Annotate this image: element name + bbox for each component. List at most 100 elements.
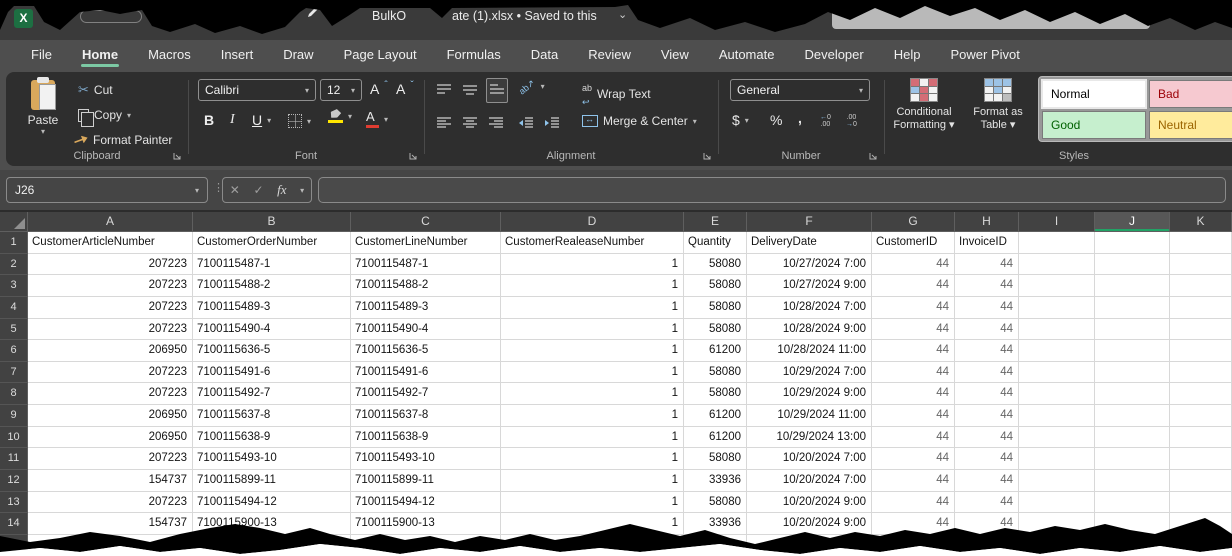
cell-D6[interactable]: 1 xyxy=(501,340,684,362)
cell-B12[interactable]: 7100115899-11 xyxy=(193,470,351,492)
decrease-font-size-button[interactable]: Aˇ xyxy=(396,81,414,97)
cell-I13[interactable] xyxy=(1019,492,1095,514)
copy-button[interactable]: Copy ▾ xyxy=(78,108,131,122)
cell-I8[interactable] xyxy=(1019,383,1095,405)
cell-K7[interactable] xyxy=(1170,362,1232,384)
cell-B3[interactable]: 7100115488-2 xyxy=(193,275,351,297)
cell-B8[interactable]: 7100115492-7 xyxy=(193,383,351,405)
fill-color-button[interactable]: ▾ xyxy=(328,110,352,123)
cell-C14[interactable]: 7100115900-13 xyxy=(351,513,501,535)
cell-E6[interactable]: 61200 xyxy=(684,340,747,362)
cell-H7[interactable]: 44 xyxy=(955,362,1019,384)
cell-B5[interactable]: 7100115490-4 xyxy=(193,319,351,341)
cell-K12[interactable] xyxy=(1170,470,1232,492)
cell-E2[interactable]: 58080 xyxy=(684,254,747,276)
cell-E[interactable] xyxy=(684,535,747,556)
cell-B11[interactable]: 7100115493-10 xyxy=(193,448,351,470)
tab-data[interactable]: Data xyxy=(518,42,571,69)
cell-G10[interactable]: 44 xyxy=(872,427,955,449)
cell-G9[interactable]: 44 xyxy=(872,405,955,427)
title-dropdown-chevron-icon[interactable]: ⌄ xyxy=(618,8,627,21)
cell-D[interactable] xyxy=(501,535,684,556)
tab-formulas[interactable]: Formulas xyxy=(434,42,514,69)
cell-I9[interactable] xyxy=(1019,405,1095,427)
cell-J3[interactable] xyxy=(1095,275,1170,297)
row-header-3[interactable]: 3 xyxy=(0,275,28,297)
row-header-9[interactable]: 9 xyxy=(0,405,28,427)
column-header-H[interactable]: H xyxy=(955,212,1019,232)
cell-G6[interactable]: 44 xyxy=(872,340,955,362)
cell-K[interactable] xyxy=(1170,535,1232,556)
cell-H[interactable] xyxy=(955,535,1019,556)
cell-J13[interactable] xyxy=(1095,492,1170,514)
tab-power-pivot[interactable]: Power Pivot xyxy=(937,42,1032,69)
cell-D9[interactable]: 1 xyxy=(501,405,684,427)
wrap-text-button[interactable]: ab↩ Wrap Text xyxy=(582,80,651,108)
cell-A13[interactable]: 207223 xyxy=(28,492,193,514)
cell-B14[interactable]: 7100115900-13 xyxy=(193,513,351,535)
cell-F9[interactable]: 10/29/2024 11:00 xyxy=(747,405,872,427)
tab-review[interactable]: Review xyxy=(575,42,644,69)
cell-C[interactable] xyxy=(351,535,501,556)
cell-F2[interactable]: 10/27/2024 7:00 xyxy=(747,254,872,276)
column-header-C[interactable]: C xyxy=(351,212,501,232)
cell-D13[interactable]: 1 xyxy=(501,492,684,514)
cell-K5[interactable] xyxy=(1170,319,1232,341)
cell-A[interactable] xyxy=(28,535,193,556)
cell-G2[interactable]: 44 xyxy=(872,254,955,276)
cell-G8[interactable]: 44 xyxy=(872,383,955,405)
column-header-A[interactable]: A xyxy=(28,212,193,232)
cell-I11[interactable] xyxy=(1019,448,1095,470)
cell-B4[interactable]: 7100115489-3 xyxy=(193,297,351,319)
cell-D3[interactable]: 1 xyxy=(501,275,684,297)
cell-B10[interactable]: 7100115638-9 xyxy=(193,427,351,449)
column-header-E[interactable]: E xyxy=(684,212,747,232)
cell-style-normal[interactable]: Normal xyxy=(1042,80,1146,108)
cell-J7[interactable] xyxy=(1095,362,1170,384)
cell-E12[interactable]: 33936 xyxy=(684,470,747,492)
cancel-entry-icon[interactable]: ✕ xyxy=(230,183,240,197)
align-top-icon[interactable] xyxy=(436,82,452,96)
cell-K11[interactable] xyxy=(1170,448,1232,470)
cell-J4[interactable] xyxy=(1095,297,1170,319)
cell-J6[interactable] xyxy=(1095,340,1170,362)
cell-H14[interactable]: 44 xyxy=(955,513,1019,535)
accounting-format-button[interactable]: $▾ xyxy=(732,112,749,128)
tab-home[interactable]: Home xyxy=(69,42,131,69)
row-header-4[interactable]: 4 xyxy=(0,297,28,319)
row-header-8[interactable]: 8 xyxy=(0,383,28,405)
cell-K4[interactable] xyxy=(1170,297,1232,319)
cell-A12[interactable]: 154737 xyxy=(28,470,193,492)
autosave-toggle[interactable] xyxy=(80,10,142,23)
cell-J11[interactable] xyxy=(1095,448,1170,470)
orientation-button[interactable]: ab↗ ▾ xyxy=(518,82,545,91)
cell-D4[interactable]: 1 xyxy=(501,297,684,319)
cell-C11[interactable]: 7100115493-10 xyxy=(351,448,501,470)
cell-C8[interactable]: 7100115492-7 xyxy=(351,383,501,405)
tab-automate[interactable]: Automate xyxy=(706,42,788,69)
cell-A4[interactable]: 207223 xyxy=(28,297,193,319)
cell-K14[interactable] xyxy=(1170,513,1232,535)
cell-G4[interactable]: 44 xyxy=(872,297,955,319)
row-header-7[interactable]: 7 xyxy=(0,362,28,384)
cell-H8[interactable]: 44 xyxy=(955,383,1019,405)
cell-B6[interactable]: 7100115636-5 xyxy=(193,340,351,362)
cell-C5[interactable]: 7100115490-4 xyxy=(351,319,501,341)
search-box[interactable] xyxy=(832,3,1150,29)
cell-C7[interactable]: 7100115491-6 xyxy=(351,362,501,384)
cell-F5[interactable]: 10/28/2024 9:00 xyxy=(747,319,872,341)
cell-G13[interactable]: 44 xyxy=(872,492,955,514)
cell-C13[interactable]: 7100115494-12 xyxy=(351,492,501,514)
column-header-J[interactable]: J xyxy=(1095,212,1170,232)
borders-button[interactable]: ▾ xyxy=(288,114,311,128)
cell-J9[interactable] xyxy=(1095,405,1170,427)
cell-E11[interactable]: 58080 xyxy=(684,448,747,470)
cell-I7[interactable] xyxy=(1019,362,1095,384)
cell-A14[interactable]: 154737 xyxy=(28,513,193,535)
cell-C6[interactable]: 7100115636-5 xyxy=(351,340,501,362)
percent-style-button[interactable]: % xyxy=(770,112,782,128)
align-bottom-button[interactable] xyxy=(486,78,508,103)
column-header-F[interactable]: F xyxy=(747,212,872,232)
tab-view[interactable]: View xyxy=(648,42,702,69)
select-all-corner[interactable] xyxy=(0,212,28,232)
